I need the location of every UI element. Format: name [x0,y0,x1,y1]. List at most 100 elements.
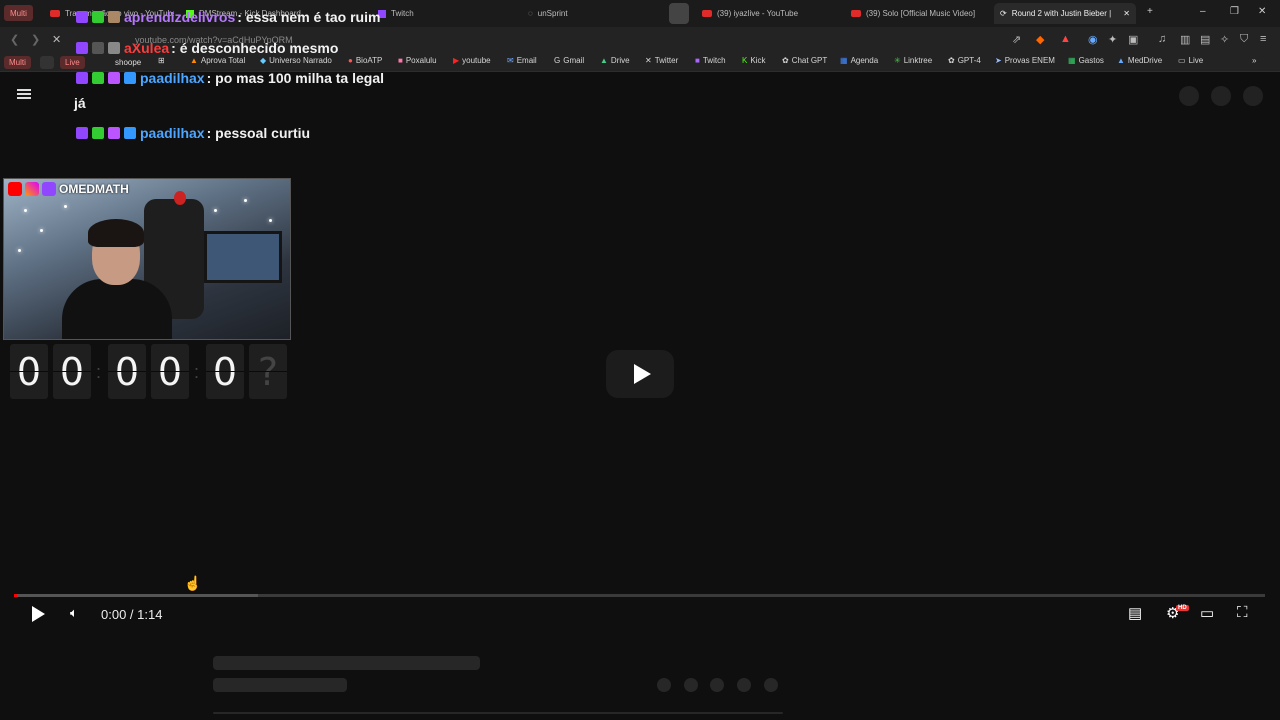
bookmark-gpt4[interactable]: ✿ GPT-4 [948,56,981,65]
bookmark-poxalulu[interactable]: ■ Poxalulu [398,56,437,65]
twitch-badge-icon [76,42,88,54]
action-skeleton [710,678,724,692]
bookmark-linktree[interactable]: ✳ Linktree [894,56,932,65]
multi-button[interactable]: Multi [4,5,33,21]
tab-solo-video[interactable]: (39) Solo [Official Music Video] [845,3,990,24]
mouse-pointer-icon: ☝ [184,575,202,591]
stop-loading-icon[interactable]: ✕ [52,33,61,46]
chat-message: paadilhax : po mas 100 milha ta legal [76,70,384,86]
header-placeholder-1[interactable] [1179,86,1199,106]
gift-badge-icon [108,42,120,54]
header-placeholder-2[interactable] [1211,86,1231,106]
balloon [174,191,186,205]
theater-mode-icon[interactable]: ▭ [1200,604,1214,622]
bookmark-twitch[interactable]: ■ Twitch [695,56,726,65]
player-controls [0,600,1280,630]
tab-active-round2[interactable]: ⟳ Round 2 with Justin Bieber | ✕ [994,3,1136,24]
bookmark-agenda[interactable]: ▦ Agenda [840,56,878,65]
window-close-icon[interactable]: ✕ [1258,6,1266,17]
wallet-icon[interactable]: ▤ [1200,33,1210,46]
restore-icon[interactable]: ❐ [1230,6,1239,17]
share-icon[interactable]: ⇗ [1012,33,1021,46]
apps-grid-icon[interactable]: ⊞ [158,56,165,65]
bookmark-gmail[interactable]: G Gmail [554,56,584,65]
chat-text: : essa nem é tao ruim [237,9,381,25]
tab-twitch[interactable]: Twitch [372,3,492,24]
bookmark-provas-enem[interactable]: ➤ Provas ENEM [995,56,1055,65]
volume-icon[interactable]: 🔈︎ [70,605,78,621]
sub-badge-icon [92,127,104,139]
twitch-badge-icon [76,127,88,139]
progress-bar[interactable] [14,594,1265,597]
close-tab-icon[interactable]: ✕ [1123,9,1130,18]
bookmark-email[interactable]: ✉ Email [507,56,537,65]
bookmark-bioatp[interactable]: ● BioATP [348,56,382,65]
social-handle: OMEDMATH [8,182,129,196]
action-skeleton [657,678,671,692]
tab-unsprint[interactable]: ◌ unSprint [522,3,652,24]
chat-message: aXulea : é desconhecido mesmo [76,40,338,56]
minimize-icon[interactable]: – [1200,6,1206,17]
large-play-button[interactable] [606,350,674,398]
progress-fill [14,594,17,597]
bookmark-pill-shoope[interactable]: shoope [110,56,146,69]
hd-badge: HD [1176,605,1189,611]
tab-group-collapsed[interactable] [669,3,689,24]
brave-shield-icon[interactable]: ◆ [1036,33,1044,46]
extensions-icon[interactable]: ✦ [1108,33,1117,46]
bookmark-folder-live[interactable]: ▭ Live [1178,56,1203,65]
hamburger-menu-icon[interactable] [17,89,31,99]
fairy-light [24,209,27,212]
chat-username: aprendizdelivros [124,9,236,25]
sub-badge-icon [92,11,104,23]
timer-digit: 0 [53,344,91,399]
bookmark-universo-narrado[interactable]: ◆ Universo Narrado [260,56,332,65]
streamer [52,217,172,339]
forward-icon[interactable]: ❯ [31,33,40,46]
flip-timer: 0 0 : 0 0 : 0 ? [10,344,290,400]
chat-text: : pessoal curtiu [206,125,311,141]
fairy-light [18,249,21,252]
sidebar-icon[interactable]: ▥ [1180,33,1190,46]
subtitle-skeleton [213,678,347,692]
bookmark-twitter[interactable]: ✕ Twitter [645,56,678,65]
bookmark-drive[interactable]: ▲ Drive [600,56,630,65]
screenshot-icon[interactable]: ▣ [1128,33,1138,46]
play-icon[interactable] [32,606,45,622]
chat-message: aprendizdelivros : essa nem é tao ruim [76,9,380,25]
bookmark-pill-multi[interactable]: Multi [4,56,31,69]
subtitles-icon[interactable]: ▤ [1128,604,1142,622]
divider-skeleton [213,712,783,714]
tab-iyazlive[interactable]: (39) iyazlive - YouTube [696,3,836,24]
menu-icon[interactable]: ≡ [1260,33,1266,45]
play-icon [633,364,651,384]
bookmark-meddrive[interactable]: ▲ MedDrive [1117,56,1162,65]
bookmark-gastos[interactable]: ▦ Gastos [1068,56,1104,65]
header-placeholder-3[interactable] [1243,86,1263,106]
vpn-icon[interactable]: ◉ [1088,33,1098,46]
globe-icon: ◌ [528,9,533,18]
mod-badge-icon [92,42,104,54]
bookmark-pill-blank[interactable] [40,56,54,69]
bookmark-pill-live[interactable]: Live [60,56,85,69]
back-icon[interactable]: ❮ [10,33,19,46]
timer-digit: 0 [10,344,48,399]
vpn-shield-icon[interactable]: ⛉ [1240,33,1248,46]
leo-ai-icon[interactable]: ✧ [1220,33,1229,46]
chat-username: paadilhax [140,70,205,86]
bookmark-kick[interactable]: K Kick [742,56,765,65]
media-icon[interactable]: ♫ [1158,33,1166,45]
twitch-badge-icon [76,72,88,84]
webcam-overlay: OMEDMATH [3,178,291,340]
crown-badge-icon [124,72,136,84]
bookmark-youtube[interactable]: ▶ youtube [453,56,491,65]
channel-label: OMEDMATH [59,182,129,196]
bookmark-aprova-total[interactable]: ▲ Aprova Total [190,56,245,65]
new-tab-icon[interactable]: + [1147,6,1153,17]
youtube-icon [851,10,861,17]
bookmarks-overflow-icon[interactable]: » [1252,56,1256,65]
fullscreen-icon[interactable]: ⛶ [1237,604,1248,621]
rewards-icon[interactable]: ▲ [1060,33,1071,45]
crown-badge-icon [124,127,136,139]
bookmark-chat-gpt[interactable]: ✿ Chat GPT [782,56,827,65]
